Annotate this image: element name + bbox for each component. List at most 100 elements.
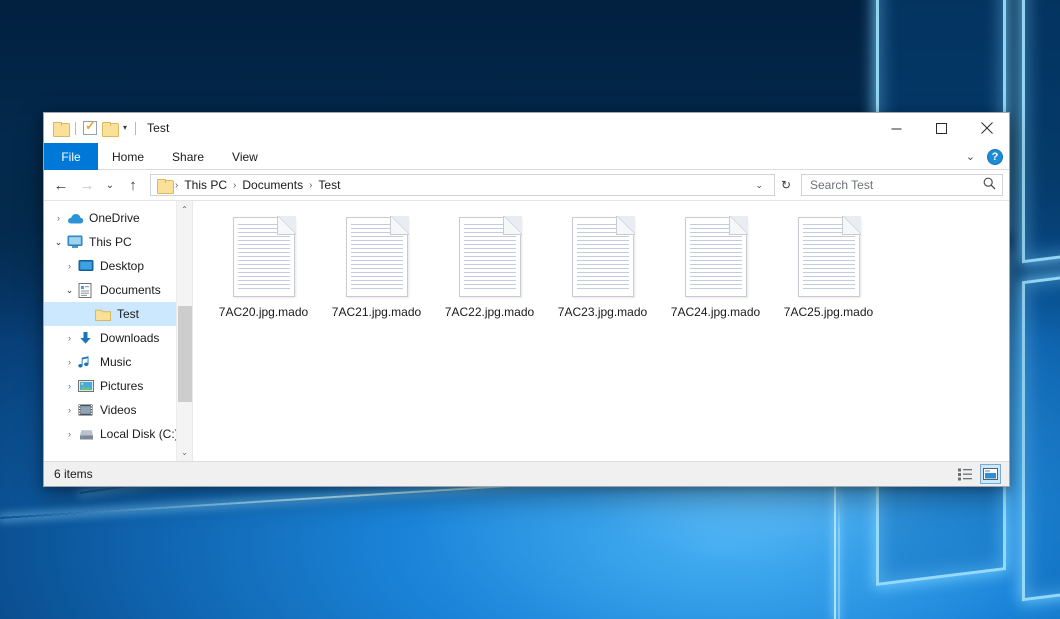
- properties-icon[interactable]: [83, 121, 97, 135]
- new-folder-icon[interactable]: [102, 122, 117, 135]
- generic-document-icon[interactable]: [685, 217, 747, 297]
- tab-share[interactable]: Share: [158, 143, 218, 170]
- chevron-down-icon[interactable]: ⌄: [61, 286, 78, 295]
- file-name-label: 7AC21.jpg.mado: [332, 305, 421, 319]
- chevron-right-icon[interactable]: ›: [61, 262, 78, 271]
- chevron-right-icon[interactable]: ›: [61, 358, 78, 367]
- up-button[interactable]: ↑: [120, 173, 146, 197]
- sidebar-item-local-disk-c[interactable]: › Local Disk (C:): [44, 422, 192, 446]
- windows-logo-pane: [1022, 0, 1060, 263]
- ribbon-tab-bar: File Home Share View ⌄ ?: [44, 143, 1009, 170]
- toolbar-separator: [75, 122, 76, 135]
- tab-view[interactable]: View: [218, 143, 272, 170]
- folder-icon: [95, 308, 116, 321]
- chevron-right-icon[interactable]: ›: [61, 334, 78, 343]
- breadcrumb-list: › This PC › Documents › Test: [157, 178, 748, 192]
- search-box[interactable]: Search Test: [801, 174, 1003, 196]
- tab-home[interactable]: Home: [98, 143, 158, 170]
- sidebar-item-onedrive[interactable]: › OneDrive: [44, 206, 192, 230]
- file-item[interactable]: 7AC23.jpg.mado: [546, 213, 659, 319]
- file-explorer-window: ▾ Test File Home Share View ⌄ ? ← →: [43, 112, 1010, 487]
- chevron-down-icon[interactable]: ⌄: [961, 150, 980, 163]
- file-name-label: 7AC24.jpg.mado: [671, 305, 760, 319]
- cloud-icon: [67, 212, 88, 225]
- file-item[interactable]: 7AC25.jpg.mado: [772, 213, 885, 319]
- wallpaper-light-streak: [838, 495, 840, 619]
- sidebar-item-label: Documents: [99, 283, 161, 297]
- window-controls: [874, 113, 1009, 143]
- customize-qat-caret-icon[interactable]: ▾: [122, 124, 128, 132]
- generic-document-icon[interactable]: [572, 217, 634, 297]
- scroll-down-icon[interactable]: ⌄: [177, 444, 193, 461]
- chevron-right-icon[interactable]: ›: [61, 430, 78, 439]
- generic-document-icon[interactable]: [798, 217, 860, 297]
- recent-locations-icon[interactable]: ⌄: [100, 173, 120, 197]
- generic-document-icon[interactable]: [346, 217, 408, 297]
- file-item[interactable]: 7AC21.jpg.mado: [320, 213, 433, 319]
- sidebar-item-test[interactable]: Test: [44, 302, 192, 326]
- file-grid: 7AC20.jpg.mado 7AC21.jpg.mado 7AC22.jpg.ma…: [193, 201, 1009, 319]
- file-name-label: 7AC20.jpg.mado: [219, 305, 308, 319]
- sidebar-item-label: OneDrive: [88, 211, 140, 225]
- minimize-button[interactable]: [874, 113, 919, 143]
- file-item[interactable]: 7AC24.jpg.mado: [659, 213, 772, 319]
- windows-logo-pane: [1022, 263, 1060, 601]
- music-icon: [78, 355, 99, 369]
- file-list-pane[interactable]: 7AC20.jpg.mado 7AC21.jpg.mado 7AC22.jpg.ma…: [192, 201, 1009, 461]
- generic-document-icon[interactable]: [233, 217, 295, 297]
- scrollbar-track[interactable]: [177, 218, 193, 444]
- refresh-icon[interactable]: ↻: [775, 178, 797, 192]
- back-button[interactable]: ←: [48, 173, 74, 197]
- generic-document-icon[interactable]: [459, 217, 521, 297]
- file-item[interactable]: 7AC22.jpg.mado: [433, 213, 546, 319]
- details-view-button[interactable]: [955, 464, 976, 484]
- videos-icon: [78, 404, 99, 417]
- scrollbar-thumb[interactable]: [178, 306, 192, 402]
- file-item[interactable]: 7AC20.jpg.mado: [207, 213, 320, 319]
- folder-icon[interactable]: [53, 122, 68, 135]
- chevron-down-icon[interactable]: ⌄: [748, 180, 770, 191]
- search-input[interactable]: Search Test: [810, 178, 983, 192]
- sidebar-item-this-pc[interactable]: ⌄ This PC: [44, 230, 192, 254]
- sidebar-item-label: Music: [99, 355, 131, 369]
- breadcrumb-item-documents[interactable]: Documents: [237, 178, 308, 192]
- sidebar-item-label: This PC: [88, 235, 132, 249]
- sidebar-item-label: Test: [116, 307, 139, 321]
- close-button[interactable]: [964, 113, 1009, 143]
- download-icon: [78, 331, 99, 345]
- sidebar-item-videos[interactable]: › Videos: [44, 398, 192, 422]
- sidebar-item-pictures[interactable]: ›Pictures: [44, 374, 192, 398]
- folder-tree: › OneDrive ⌄ This PC › Desktop ⌄ Documents Test ›…: [44, 206, 192, 446]
- chevron-right-icon[interactable]: ›: [61, 406, 78, 415]
- sidebar-item-label: Desktop: [99, 259, 144, 273]
- sidebar-item-documents[interactable]: ⌄ Documents: [44, 278, 192, 302]
- maximize-button[interactable]: [919, 113, 964, 143]
- forward-button: →: [74, 173, 100, 197]
- window-title: Test: [147, 121, 169, 135]
- help-icon[interactable]: ?: [987, 149, 1003, 165]
- sidebar-item-desktop[interactable]: › Desktop: [44, 254, 192, 278]
- sidebar-item-label: Videos: [99, 403, 136, 417]
- tab-file[interactable]: File: [44, 143, 98, 170]
- navigation-pane: › OneDrive ⌄ This PC › Desktop ⌄ Documents Test ›…: [44, 201, 192, 461]
- sidebar-scrollbar[interactable]: ⌃ ⌄: [176, 201, 192, 461]
- scroll-up-icon[interactable]: ⌃: [177, 201, 193, 218]
- file-name-label: 7AC22.jpg.mado: [445, 305, 534, 319]
- sidebar-item-music[interactable]: › Music: [44, 350, 192, 374]
- sidebar-item-label: Local Disk (C:): [99, 427, 179, 441]
- chevron-down-icon[interactable]: ⌄: [50, 238, 67, 247]
- breadcrumb[interactable]: › This PC › Documents › Test ⌄: [150, 174, 775, 196]
- sidebar-item-label: Downloads: [99, 331, 159, 345]
- chevron-right-icon[interactable]: ›: [61, 382, 78, 391]
- chevron-right-icon[interactable]: ›: [50, 214, 67, 223]
- search-icon[interactable]: [983, 177, 996, 193]
- disk-icon: [78, 428, 99, 441]
- breadcrumb-item-this-pc[interactable]: This PC: [179, 178, 232, 192]
- breadcrumb-item-test[interactable]: Test: [313, 178, 345, 192]
- documents-icon: [78, 283, 99, 298]
- large-icons-view-button[interactable]: [980, 464, 1001, 484]
- quick-access-toolbar: ▾: [44, 121, 138, 135]
- title-bar[interactable]: ▾ Test: [44, 113, 1009, 143]
- sidebar-item-downloads[interactable]: › Downloads: [44, 326, 192, 350]
- item-count-label: 6 items: [54, 467, 93, 481]
